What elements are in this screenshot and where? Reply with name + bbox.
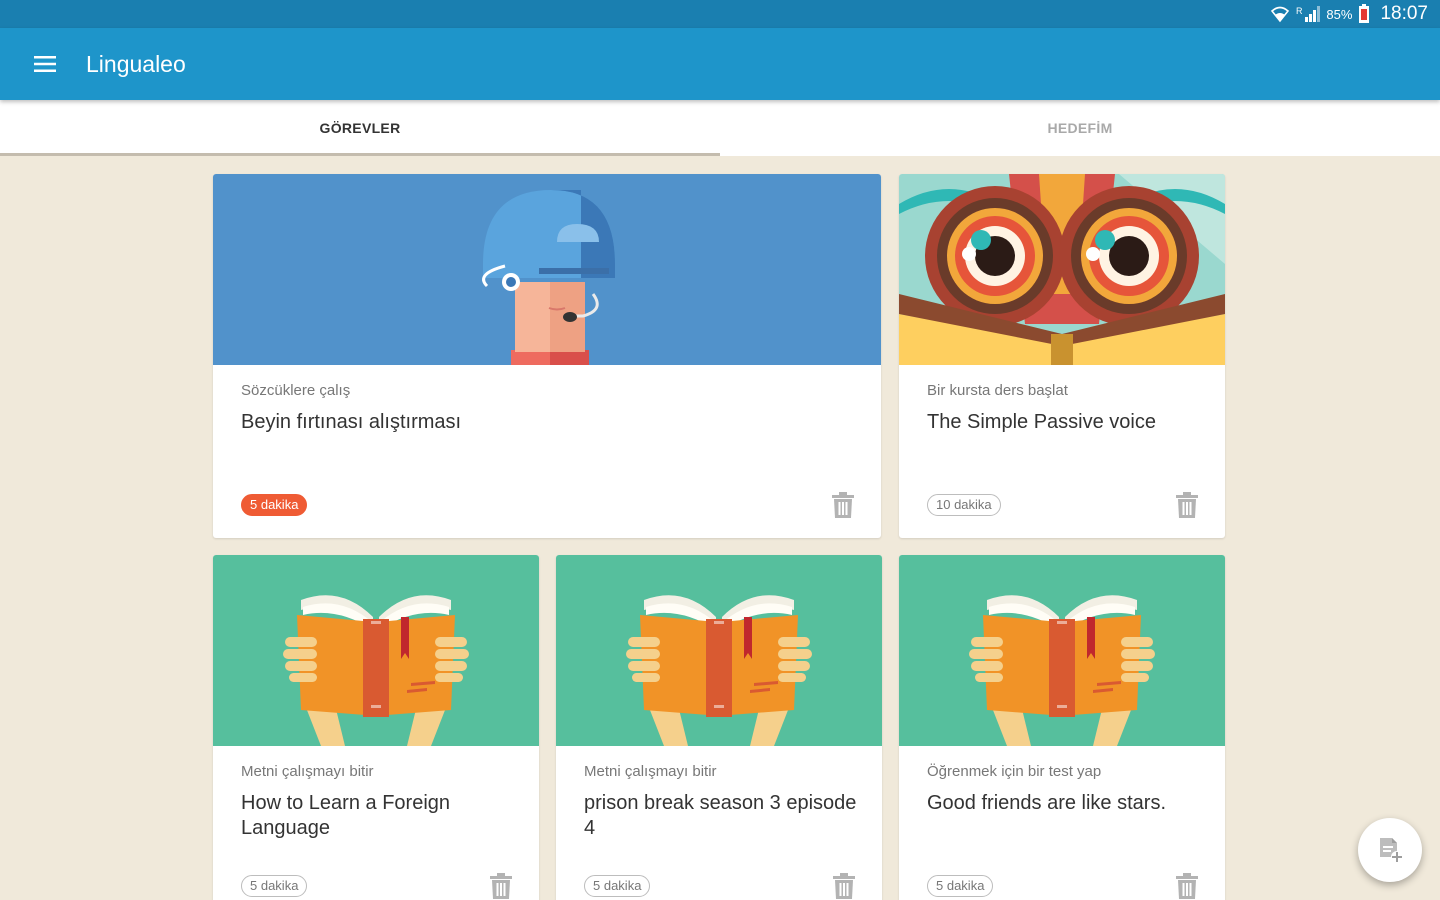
svg-text:R: R [1296, 6, 1303, 16]
menu-button[interactable] [26, 45, 64, 83]
task-type: Sözcüklere çalış [241, 382, 351, 399]
delete-trash-icon[interactable] [489, 873, 513, 899]
task-title: prison break season 3 episode 4 [584, 792, 857, 839]
task-card[interactable]: Öğrenmek için bir test yap Good friends … [899, 555, 1225, 900]
task-card[interactable]: Sözcüklere çalış Beyin fırtınası alıştır… [213, 174, 881, 538]
duration-badge: 5 dakika [584, 875, 651, 897]
task-title: The Simple Passive voice [927, 411, 1156, 433]
wifi-icon [1271, 6, 1290, 23]
task-title: Good friends are like stars. [927, 792, 1166, 814]
app-title: Lingualeo [86, 51, 186, 77]
open-book-illustration [213, 555, 539, 746]
duration-badge: 5 dakika [927, 875, 994, 897]
delete-trash-icon[interactable] [832, 873, 856, 899]
task-title: Beyin fırtınası alıştırması [241, 411, 462, 433]
task-title: How to Learn a Foreign Language [241, 792, 451, 839]
tab-tasks[interactable]: GÖREVLER [0, 100, 720, 156]
task-type: Metni çalışmayı bitir [241, 763, 374, 780]
task-type: Metni çalışmayı bitir [584, 763, 717, 780]
add-document-icon [1380, 838, 1403, 863]
duration-badge: 5 dakika [241, 875, 308, 897]
task-card[interactable]: Metni çalışmayı bitir How to Learn a For… [213, 555, 539, 900]
task-card[interactable]: Metni çalışmayı bitir prison break seaso… [556, 555, 882, 900]
signal-icon: R [1296, 6, 1321, 22]
delete-trash-icon[interactable] [831, 492, 855, 518]
app-bar: Lingualeo [0, 28, 1440, 100]
status-time: 18:07 [1380, 3, 1428, 24]
owl-illustration [899, 174, 1225, 365]
tab-goal[interactable]: HEDEFİM [720, 100, 1440, 156]
task-type: Bir kursta ders başlat [927, 382, 1068, 399]
helmet-head-illustration [213, 174, 881, 365]
battery-icon [1359, 4, 1370, 23]
open-book-illustration [899, 555, 1225, 746]
delete-trash-icon[interactable] [1175, 492, 1199, 518]
open-book-illustration [556, 555, 882, 746]
add-task-fab[interactable] [1358, 818, 1422, 882]
status-bar: R 85% 18:07 [0, 0, 1440, 28]
delete-trash-icon[interactable] [1175, 873, 1199, 899]
duration-badge: 5 dakika [241, 494, 308, 516]
task-type: Öğrenmek için bir test yap [927, 763, 1102, 780]
tab-indicator [0, 153, 720, 156]
hamburger-menu-icon [34, 56, 56, 72]
duration-badge: 10 dakika [927, 494, 1001, 516]
task-card[interactable]: Bir kursta ders başlat The Simple Passiv… [899, 174, 1225, 538]
tab-bar: GÖREVLER HEDEFİM [0, 100, 1440, 156]
battery-percentage: 85% [1326, 6, 1353, 22]
